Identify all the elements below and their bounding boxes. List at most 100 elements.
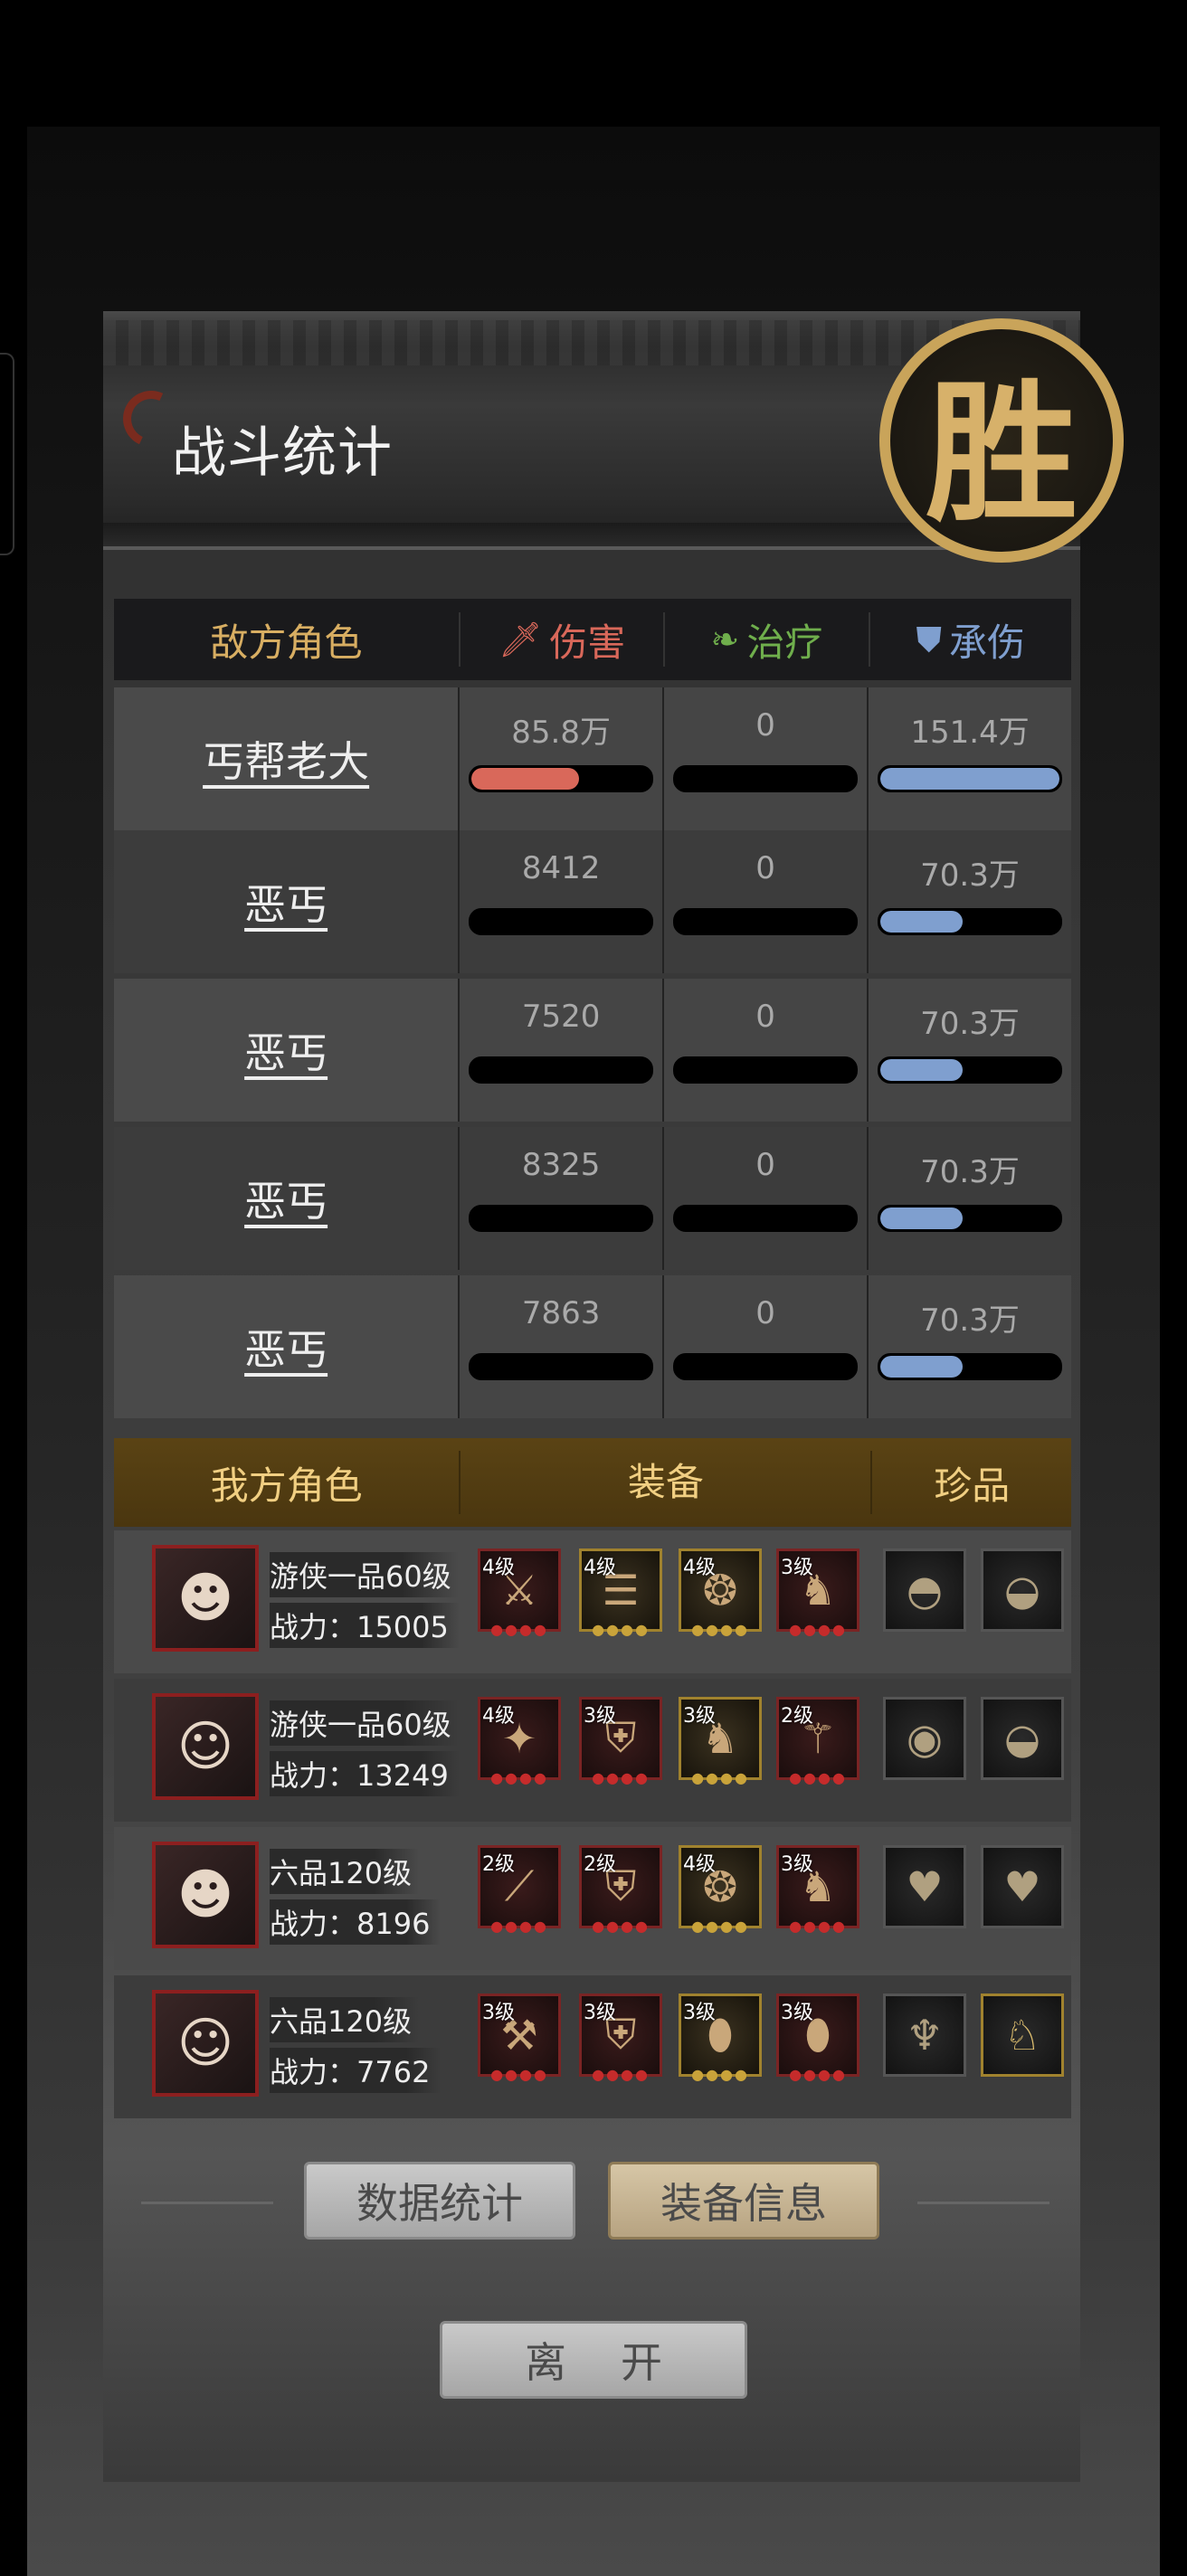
equip-stars: ●●●●	[789, 1918, 847, 1935]
equip-level: 3级	[781, 2002, 813, 2024]
damage-bar	[469, 1205, 654, 1232]
equip-slot[interactable]: 4级 ☰ ●●●●	[579, 1548, 662, 1638]
hero-level: 游侠一品60级	[270, 1552, 459, 1597]
equip-slot[interactable]: 2级 ⛨ ●●●●	[579, 1845, 662, 1935]
equip-level: 3级	[683, 2002, 716, 2024]
heal-cell: 0	[662, 1275, 868, 1418]
ally-row: ☻ 六品120级 战力：8196 2级 ⟋ ●●●● 2级 ⛨ ●●●● 4级 ❂ …	[114, 1827, 1071, 1970]
side-tab[interactable]	[0, 353, 14, 555]
equip-slot[interactable]: 3级 ⬮ ●●●●	[679, 1994, 762, 2083]
taken-bar-fill	[880, 1356, 964, 1378]
leave-button[interactable]: 离开	[440, 2321, 747, 2399]
avatar[interactable]: ☻	[152, 1842, 259, 1948]
equip-slot[interactable]: 3级 ♞ ●●●●	[679, 1697, 762, 1786]
heal-header[interactable]: ❧ 治疗	[663, 612, 868, 667]
treasure-slot[interactable]: ◓	[883, 1548, 966, 1632]
equip-slot[interactable]: 3级 ♞ ●●●●	[776, 1548, 859, 1638]
equip-level: 2级	[781, 1705, 813, 1728]
taken-cell: 70.3万	[867, 1127, 1071, 1270]
equip-level: 2级	[584, 1853, 616, 1876]
enemy-row: 恶丐 7520 0 70.3万	[114, 979, 1071, 1122]
damage-bar-fill	[471, 768, 579, 790]
sword-icon: 🗡	[498, 619, 543, 659]
equip-slot[interactable]: 4级 ❂ ●●●●	[679, 1845, 762, 1935]
equip-slot[interactable]: 3级 ⬮ ●●●●	[776, 1994, 859, 2083]
equip-stars: ●●●●	[490, 2066, 548, 2083]
treasure-icon: ♘	[1003, 2011, 1041, 2060]
avatar[interactable]: ☺	[152, 1990, 259, 2097]
heal-bar	[673, 1205, 859, 1232]
equip-stars: ●●●●	[789, 1769, 847, 1786]
equip-slot[interactable]: 4级 ✦ ●●●●	[478, 1697, 561, 1786]
heal-cell: 0	[662, 1127, 868, 1270]
equip-slot[interactable]: 3级 ⚒ ●●●●	[478, 1994, 561, 2083]
shield-icon: ⛊	[916, 619, 943, 659]
equip-info-button[interactable]: 装备信息	[608, 2162, 879, 2240]
equip-stars: ●●●●	[490, 1918, 548, 1935]
taken-value: 151.4万	[910, 715, 1030, 751]
treasure-slot[interactable]: ◒	[981, 1548, 1064, 1632]
taken-value: 70.3万	[920, 1302, 1020, 1339]
equip-level: 3级	[482, 2002, 515, 2024]
enemy-row: 恶丐 7863 0 70.3万	[114, 1275, 1071, 1418]
treasure-slot[interactable]: ♥	[883, 1845, 966, 1928]
heal-value: 0	[755, 1147, 775, 1183]
equip-stars: ●●●●	[592, 1769, 650, 1786]
page-title: 战斗统计	[172, 421, 393, 485]
treasure-slot[interactable]: ♆	[883, 1994, 966, 2077]
treasure-icon: ◉	[906, 1714, 944, 1763]
damage-cell: 7520	[458, 979, 663, 1122]
equip-slot[interactable]: 4级 ❂ ●●●●	[679, 1548, 762, 1638]
taken-cell: 70.3万	[867, 1275, 1071, 1418]
equip-slot[interactable]: 2级 ⟋ ●●●●	[478, 1845, 561, 1935]
damage-cell: 85.8万	[458, 687, 663, 830]
heal-value: 0	[755, 999, 775, 1035]
damage-value: 7863	[521, 1295, 601, 1331]
treasure-slot[interactable]: ◉	[883, 1697, 966, 1780]
equip-level: 4级	[482, 1705, 515, 1728]
treasure-icon: ◓	[906, 1566, 944, 1615]
equip-slot[interactable]: 2级 ⚚ ●●●●	[776, 1697, 859, 1786]
enemy-name[interactable]: 恶丐	[114, 830, 458, 973]
hero-power: 战力：8196	[270, 1899, 442, 1945]
damage-bar	[469, 908, 654, 935]
treasure-icon: ◒	[1003, 1714, 1041, 1763]
treasure-slot[interactable]: ♘	[981, 1994, 1064, 2077]
data-stats-button[interactable]: 数据统计	[304, 2162, 575, 2240]
ally-row: ☻ 游侠一品60级 战力：15005 4级 ⚔ ●●●● 4级 ☰ ●●●● 4级 …	[114, 1530, 1071, 1673]
hero-power: 战力：13249	[270, 1751, 460, 1796]
equip-level: 3级	[584, 1705, 616, 1728]
enemy-name[interactable]: 恶丐	[114, 1127, 458, 1270]
treasure-slot[interactable]: ♥	[981, 1845, 1064, 1928]
damage-bar	[469, 765, 654, 792]
damage-cell: 8412	[458, 830, 663, 973]
avatar[interactable]: ☻	[152, 1545, 259, 1652]
enemy-table-header: 敌方角色 🗡 伤害 ❧ 治疗 ⛊ 承伤	[114, 599, 1071, 680]
taken-bar-fill	[880, 1059, 964, 1081]
equip-level: 4级	[683, 1557, 716, 1579]
damage-cell: 8325	[458, 1127, 663, 1270]
enemy-name[interactable]: 恶丐	[114, 1275, 458, 1418]
equip-stars: ●●●●	[490, 1769, 548, 1786]
hero-level: 游侠一品60级	[270, 1700, 459, 1746]
treasure-slot[interactable]: ◒	[981, 1697, 1064, 1780]
taken-header-label: 承伤	[949, 620, 1026, 665]
equip-stars: ●●●●	[490, 1621, 548, 1638]
equip-slot[interactable]: 3级 ⛨ ●●●●	[579, 1697, 662, 1786]
damage-bar	[469, 1353, 654, 1380]
equip-slot[interactable]: 4级 ⚔ ●●●●	[478, 1548, 561, 1638]
equip-slot[interactable]: 3级 ♞ ●●●●	[776, 1845, 859, 1935]
heal-bar	[673, 1353, 859, 1380]
equip-level: 4级	[584, 1557, 616, 1579]
damage-header[interactable]: 🗡 伤害	[458, 612, 663, 667]
equip-stars: ●●●●	[592, 1621, 650, 1638]
ally-role-header: 我方角色	[210, 1463, 363, 1508]
equip-slot[interactable]: 3级 ⛨ ●●●●	[579, 1994, 662, 2083]
taken-header[interactable]: ⛊ 承伤	[868, 612, 1071, 667]
avatar[interactable]: ☺	[152, 1693, 259, 1800]
treasure-icon: ♥	[906, 1862, 944, 1911]
taken-value: 70.3万	[920, 1154, 1020, 1190]
equip-level: 3级	[781, 1853, 813, 1876]
enemy-name[interactable]: 恶丐	[114, 979, 458, 1122]
enemy-name[interactable]: 丐帮老大	[114, 687, 458, 830]
